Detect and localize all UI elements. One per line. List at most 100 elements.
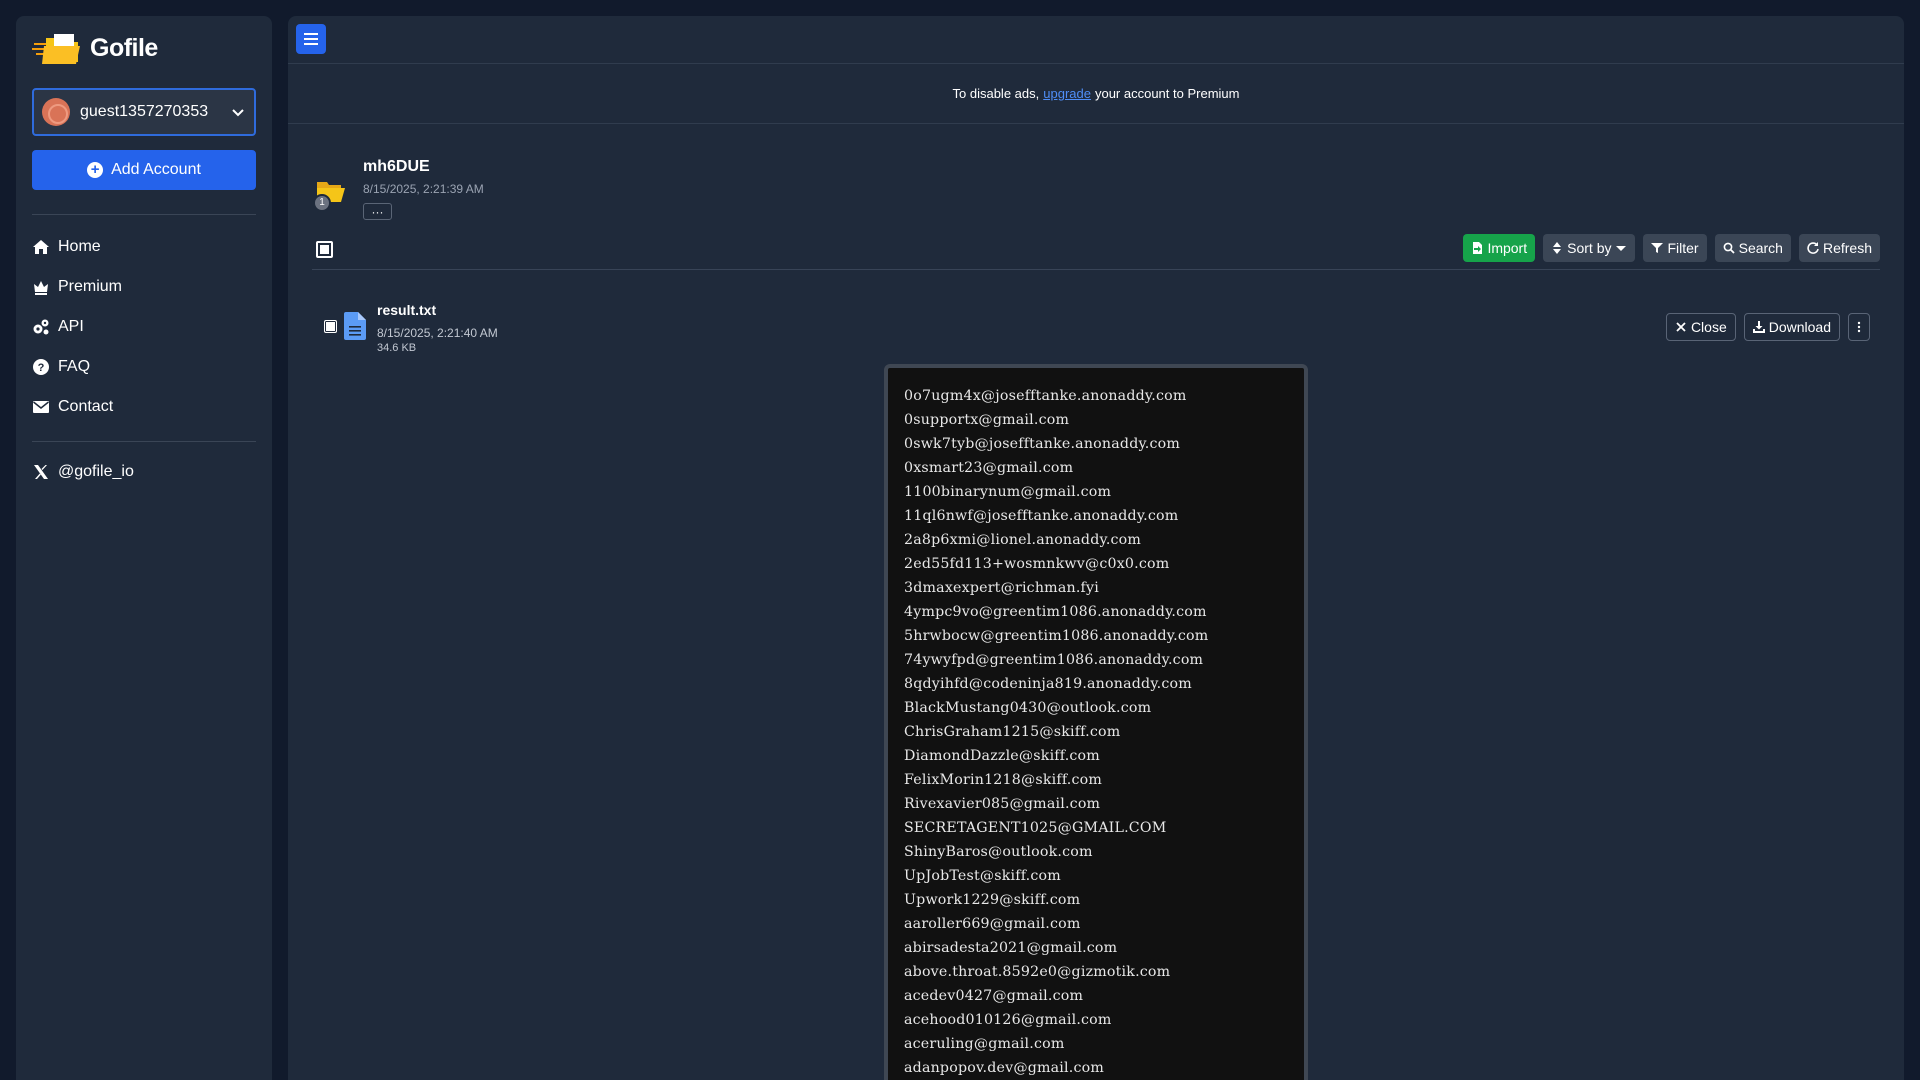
ad-notice-text: To disable ads, [952, 86, 1040, 101]
refresh-icon [1807, 242, 1819, 254]
preview-line: aaroller669@gmail.com [904, 916, 1081, 932]
preview-line: UpJobTest@skiff.com [904, 868, 1061, 884]
preview-line: ShinyBaros@outlook.com [904, 844, 1093, 860]
file-name[interactable]: result.txt [377, 302, 436, 318]
download-icon [1752, 321, 1765, 333]
close-icon [1676, 322, 1686, 332]
search-button[interactable]: Search [1714, 234, 1791, 262]
download-button[interactable]: Download [1743, 313, 1840, 341]
preview-line: 0supportx@gmail.com [904, 412, 1070, 428]
sidebar-divider [32, 214, 256, 215]
preview-line: acehood010126@gmail.com [904, 1012, 1112, 1028]
add-account-button[interactable]: + Add Account [32, 150, 256, 190]
preview-line: aceruling@gmail.com [904, 1036, 1065, 1052]
preview-line: 3dmaxexpert@richman.fyi [904, 580, 1099, 596]
plus-circle-icon: + [87, 162, 104, 178]
toolbar-actions: Import Sort by Filter Search Refresh [1463, 234, 1880, 262]
sidebar-item-label: API [58, 318, 84, 335]
gears-icon [33, 319, 49, 335]
logo[interactable]: Gofile [32, 32, 256, 64]
ad-notice: To disable ads, upgrade your account to … [288, 64, 1904, 124]
preview-line: FelixMorin1218@skiff.com [904, 772, 1103, 788]
preview-line: ChrisGraham1215@skiff.com [904, 724, 1121, 740]
download-label: Download [1768, 319, 1831, 335]
preview-line: Rivexavier085@gmail.com [904, 796, 1101, 812]
search-label: Search [1738, 240, 1783, 256]
folder-options-button[interactable]: ··· [363, 203, 392, 220]
hamburger-icon [304, 33, 318, 35]
preview-line: 5hrwbocw@greentim1086.anonaddy.com [904, 628, 1209, 644]
crown-icon [34, 281, 48, 295]
search-icon [1723, 242, 1735, 254]
file-size: 34.6 KB [377, 342, 417, 354]
sidebar-item-premium[interactable]: Premium [32, 267, 256, 307]
content-toolbar: Import Sort by Filter Search Refresh [312, 232, 1880, 270]
preview-line: abirsadesta2021@gmail.com [904, 940, 1118, 956]
sidebar-item-label: FAQ [58, 358, 91, 375]
add-account-label: Add Account [111, 161, 201, 178]
sidebar-item-x-social[interactable]: @gofile_io [32, 452, 256, 492]
home-icon [33, 240, 49, 254]
preview-line: acedev0427@gmail.com [904, 988, 1084, 1004]
account-selector[interactable]: guest1357270353 [32, 88, 256, 136]
filter-icon [1651, 243, 1664, 253]
sidebar-item-label: Home [58, 238, 101, 255]
file-import-icon [1473, 242, 1483, 254]
preview-line: 74ywyfpd@greentim1086.anonaddy.com [904, 652, 1204, 668]
preview-line: BlackMustang0430@outlook.com [904, 700, 1152, 716]
sidebar-divider [32, 441, 256, 442]
file-select-checkbox[interactable] [324, 320, 337, 333]
sidebar-item-faq[interactable]: ? FAQ [32, 347, 256, 387]
close-label: Close [1690, 319, 1727, 335]
sidebar-item-home[interactable]: Home [32, 227, 256, 267]
preview-line: adanpopov.dev@gmail.com [904, 1060, 1105, 1076]
file-actions: Close Download [1665, 313, 1870, 341]
ad-notice-text: your account to Premium [1094, 86, 1240, 101]
preview-line: 2a8p6xmi@lionel.anonaddy.com [904, 532, 1142, 548]
select-all-checkbox[interactable] [316, 241, 333, 258]
envelope-icon [33, 401, 49, 413]
folder-date: 8/15/2025, 2:21:39 AM [363, 182, 484, 196]
sidebar-item-api[interactable]: API [32, 307, 256, 347]
topbar [288, 16, 1904, 64]
file-row[interactable]: result.txt 8/15/2025, 2:21:40 AM 34.6 KB… [312, 284, 1880, 354]
hamburger-icon-bar [304, 38, 318, 40]
hamburger-icon-bar [304, 43, 318, 45]
sort-by-button[interactable]: Sort by [1543, 234, 1636, 262]
question-circle-icon: ? [33, 359, 49, 375]
preview-line: 8qdyihfd@codeninja819.anonaddy.com [904, 676, 1192, 692]
import-label: Import [1487, 240, 1528, 256]
sidebar-item-contact[interactable]: Contact [32, 387, 256, 427]
close-preview-button[interactable]: Close [1665, 313, 1736, 341]
svg-text:?: ? [38, 362, 45, 374]
file-more-options-button[interactable] [1848, 313, 1870, 341]
folder-name: mh6DUE [363, 158, 430, 175]
sidebar: Gofile guest1357270353 + Add Account Hom… [16, 16, 272, 1080]
import-button[interactable]: Import [1463, 234, 1536, 262]
social-label: @gofile_io [58, 463, 134, 480]
ellipsis-vertical-icon [1857, 321, 1861, 333]
refresh-button[interactable]: Refresh [1798, 234, 1880, 262]
preview-line: above.throat.8592e0@gizmotik.com [904, 964, 1171, 980]
upgrade-link[interactable]: upgrade [1043, 86, 1091, 101]
file-date: 8/15/2025, 2:21:40 AM [377, 326, 498, 340]
menu-toggle-button[interactable] [296, 24, 326, 54]
preview-line: 1100binarynum@gmail.com [904, 484, 1112, 500]
preview-line: 11ql6nwf@josefftanke.anonaddy.com [904, 508, 1179, 524]
account-name: guest1357270353 [80, 103, 209, 120]
preview-line: 0o7ugm4x@josefftanke.anonaddy.com [904, 388, 1187, 404]
filter-button[interactable]: Filter [1643, 234, 1707, 262]
preview-line: 4ympc9vo@greentim1086.anonaddy.com [904, 604, 1207, 620]
app-name: Gofile [90, 33, 158, 62]
preview-line: SECRETAGENT1025@GMAIL.COM [904, 820, 1167, 836]
text-preview: 0o7ugm4x@josefftanke.anonaddy.com 0suppor… [884, 364, 1308, 1080]
preview-line: 2ed55fd113+wosmnkwv@c0x0.com [904, 556, 1170, 572]
file-text-icon [344, 312, 366, 340]
filter-label: Filter [1667, 240, 1699, 256]
x-logo-icon [34, 465, 48, 479]
gofile-logo-icon [32, 34, 80, 64]
sidebar-item-label: Contact [58, 398, 114, 415]
refresh-label: Refresh [1822, 240, 1872, 256]
sort-label: Sort by [1567, 240, 1612, 256]
avatar [42, 98, 70, 126]
